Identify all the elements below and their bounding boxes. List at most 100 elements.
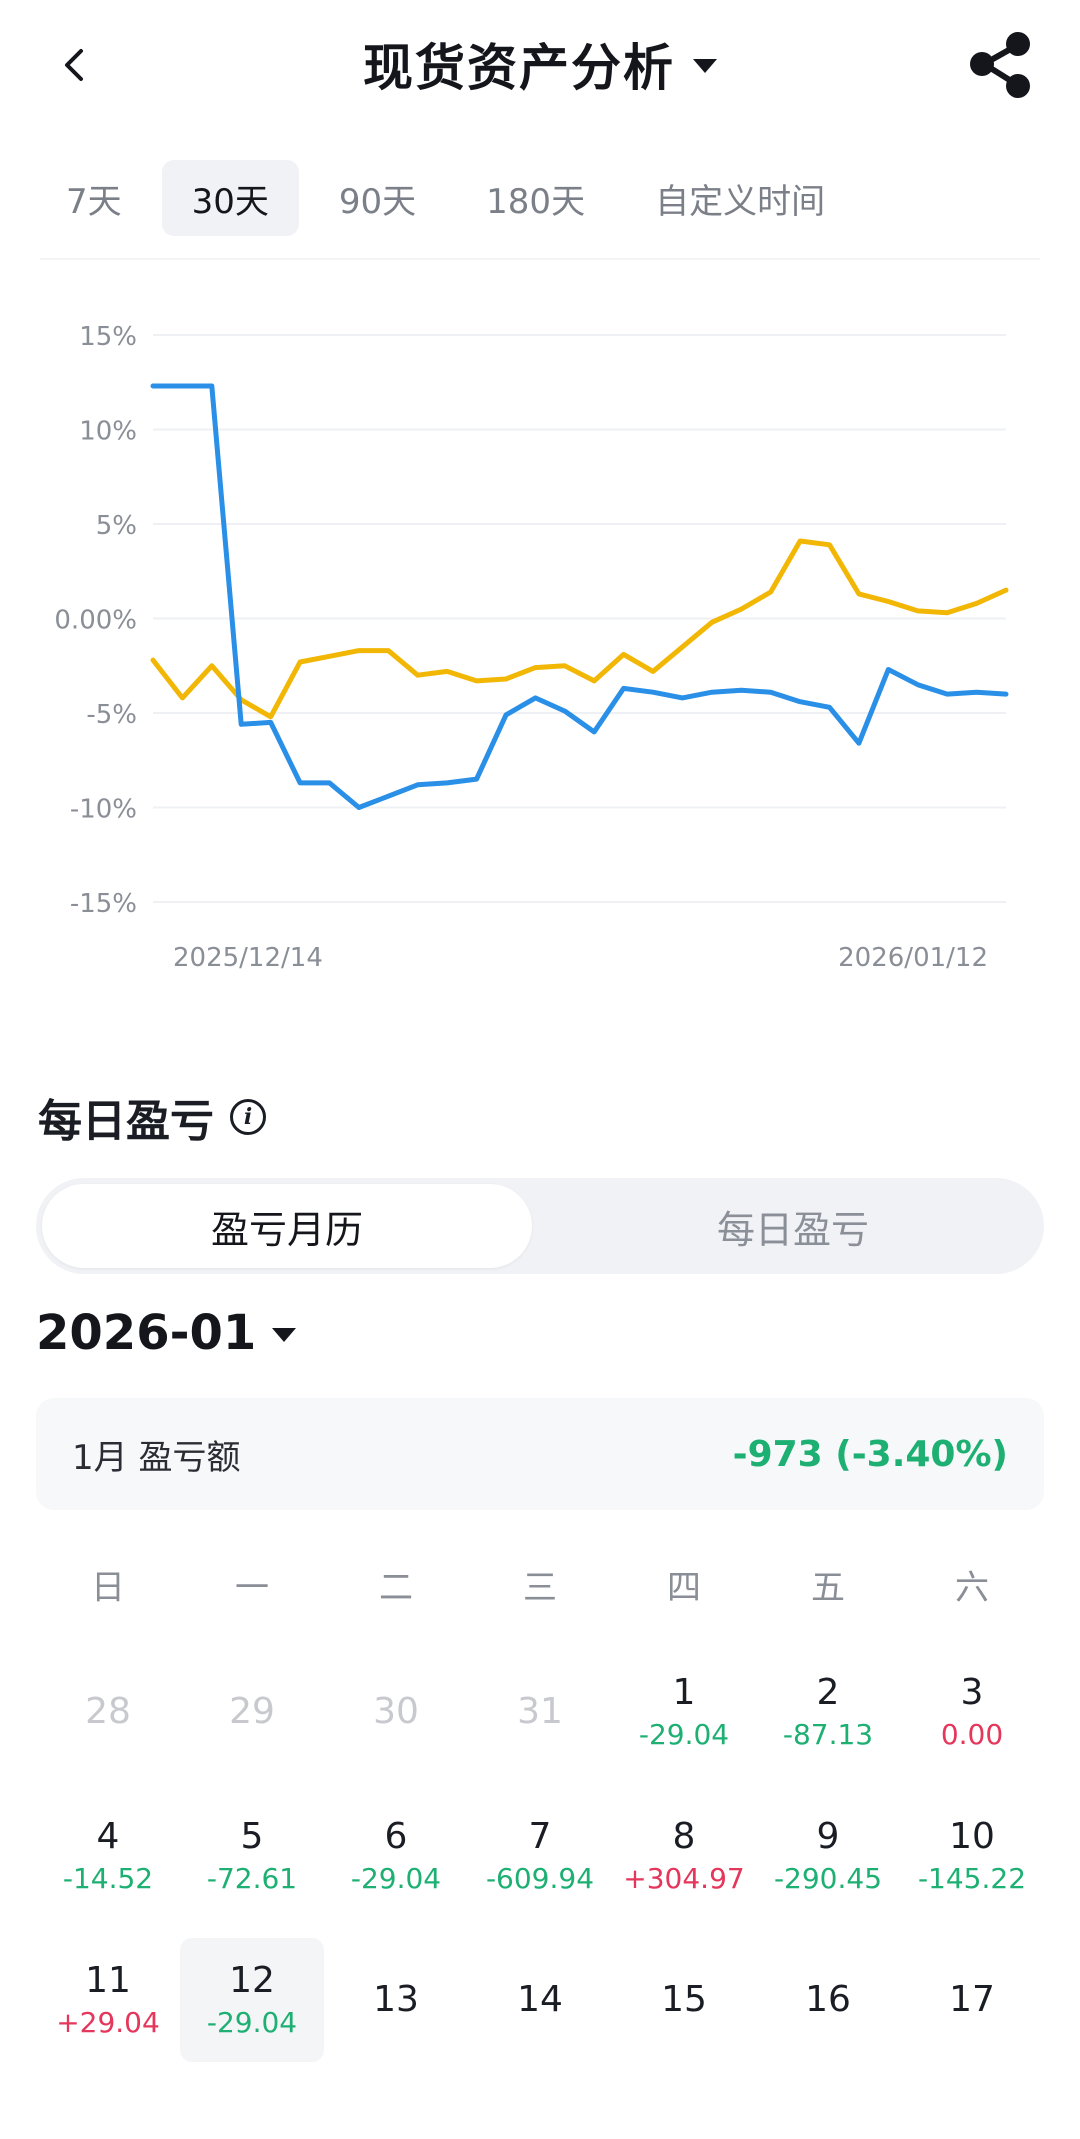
- calendar-day-cell: 30: [324, 1650, 468, 1774]
- y-tick-label: -10%: [70, 795, 137, 825]
- weekday-label: 三: [523, 1568, 557, 1608]
- calendar-week: 4 -14.52 5 -72.61 6 -29.04 7 -609.94 8 +304.97 9 -2…: [36, 1794, 1044, 1938]
- calendar-day-cell[interactable]: 3 0.00: [900, 1650, 1044, 1774]
- day-number: 11: [85, 1960, 131, 2001]
- day-number: 13: [373, 1979, 419, 2020]
- y-tick-label: 10%: [79, 417, 137, 447]
- calendar-day-cell[interactable]: 6 -29.04: [324, 1794, 468, 1918]
- tab-custom-time[interactable]: 自定义时间: [625, 160, 855, 236]
- day-pnl: -29.04: [638, 1718, 730, 1751]
- header: 现货资产分析: [0, 0, 1080, 130]
- calendar-day-cell[interactable]: 2 -87.13: [756, 1650, 900, 1774]
- divider: [40, 258, 1040, 260]
- day-number: 15: [661, 1979, 707, 2020]
- weekday-label: 二: [379, 1568, 413, 1608]
- day-pnl: +29.04: [56, 2006, 160, 2039]
- weekday-label: 日: [91, 1568, 125, 1608]
- day-number: 17: [949, 1979, 995, 2020]
- tab-7d[interactable]: 7天: [40, 160, 152, 236]
- weekday-header: 日一二三四五六: [36, 1560, 1044, 1609]
- pnl-calendar: 28 29 30 31 1 -29.04 2 -87.13 3 0.00 4 -14.52 5 -72.6…: [36, 1650, 1044, 2082]
- calendar-day-cell[interactable]: 16: [756, 1938, 900, 2062]
- y-tick-label: 5%: [96, 511, 137, 541]
- calendar-day-cell[interactable]: 1 -29.04: [612, 1650, 756, 1774]
- day-number: 5: [240, 1816, 264, 1857]
- day-number: 8: [672, 1816, 696, 1857]
- day-number: 16: [805, 1979, 851, 2020]
- section-title: 每日盈亏: [38, 1096, 214, 1147]
- calendar-day-cell[interactable]: 8 +304.97: [612, 1794, 756, 1918]
- month-label: 2026-01: [36, 1305, 257, 1361]
- y-tick-label: 15%: [79, 322, 137, 352]
- x-start-label: 2025/12/14: [173, 943, 323, 973]
- summary-value: -973 (-3.40%): [732, 1433, 1008, 1475]
- share-button[interactable]: [960, 28, 1040, 100]
- calendar-day-cell[interactable]: 7 -609.94: [468, 1794, 612, 1918]
- day-pnl: +304.97: [623, 1862, 745, 1895]
- caret-down-icon: [693, 59, 717, 73]
- day-number: 12: [229, 1960, 275, 2001]
- calendar-day-cell[interactable]: 10 -145.22: [900, 1794, 1044, 1918]
- day-number: 30: [373, 1691, 419, 1732]
- calendar-day-cell: 31: [468, 1650, 612, 1774]
- month-selector[interactable]: 2026-01: [36, 1305, 297, 1361]
- day-number: 9: [816, 1816, 840, 1857]
- calendar-day-cell[interactable]: 15: [612, 1938, 756, 2062]
- weekday-label: 一: [235, 1568, 269, 1608]
- share-icon: [970, 32, 1030, 98]
- y-tick-label: -5%: [86, 700, 137, 730]
- day-number: 6: [384, 1816, 408, 1857]
- calendar-day-cell[interactable]: 17: [900, 1938, 1044, 2062]
- calendar-day-cell[interactable]: 14: [468, 1938, 612, 2062]
- calendar-day-cell: 28: [36, 1650, 180, 1774]
- day-number: 31: [517, 1691, 563, 1732]
- summary-label: 1月 盈亏额: [72, 1437, 241, 1478]
- weekday-label: 四: [667, 1568, 701, 1608]
- day-pnl: -609.94: [485, 1862, 595, 1895]
- title-dropdown[interactable]: 现货资产分析: [0, 28, 1080, 100]
- segment-pnl-calendar[interactable]: 盈亏月历: [42, 1184, 532, 1268]
- page-title: 现货资产分析: [363, 39, 675, 97]
- calendar-day-cell[interactable]: 11 +29.04: [36, 1938, 180, 2062]
- day-pnl: -290.45: [773, 1862, 883, 1895]
- daily-pnl-header: 每日盈亏 i: [38, 1085, 266, 1149]
- calendar-week: 11 +29.04 12 -29.04 13 14 15 16 17: [36, 1938, 1044, 2082]
- y-tick-label: 0.00%: [54, 606, 137, 636]
- day-number: 29: [229, 1691, 275, 1732]
- day-pnl: -29.04: [350, 1862, 442, 1895]
- day-pnl: -87.13: [782, 1718, 874, 1751]
- day-number: 28: [85, 1691, 131, 1732]
- day-number: 1: [672, 1672, 696, 1713]
- range-tabs: 7天 30天 90天 180天 自定义时间: [40, 160, 1040, 236]
- weekday-label: 五: [811, 1568, 845, 1608]
- day-pnl: -72.61: [206, 1862, 298, 1895]
- calendar-week: 28 29 30 31 1 -29.04 2 -87.13 3 0.00: [36, 1650, 1044, 1794]
- day-number: 14: [517, 1979, 563, 2020]
- day-number: 7: [528, 1816, 552, 1857]
- day-pnl: 0.00: [940, 1718, 1004, 1751]
- y-tick-label: -15%: [70, 889, 137, 919]
- day-number: 4: [96, 1816, 120, 1857]
- info-icon[interactable]: i: [230, 1099, 266, 1135]
- asset-line-chart: 15% 10% 5% 0.00% -5% -10% -15% 2025/12/14 2026/0…: [0, 290, 1080, 1010]
- chart-svg: 15% 10% 5% 0.00% -5% -10% -15% 2025/12/14 2026/0…: [54, 322, 1009, 973]
- tab-30d[interactable]: 30天: [161, 160, 299, 236]
- weekday-label: 六: [955, 1568, 989, 1608]
- month-summary: 1月 盈亏额 -973 (-3.40%): [36, 1398, 1044, 1510]
- segment-daily-pnl[interactable]: 每日盈亏: [548, 1184, 1038, 1268]
- day-number: 10: [949, 1816, 995, 1857]
- calendar-day-cell: 29: [180, 1650, 324, 1774]
- day-pnl: -14.52: [62, 1862, 154, 1895]
- calendar-day-cell[interactable]: 5 -72.61: [180, 1794, 324, 1918]
- day-number: 3: [960, 1672, 984, 1713]
- calendar-day-cell[interactable]: 13: [324, 1938, 468, 2062]
- day-pnl: -145.22: [917, 1862, 1027, 1895]
- calendar-day-cell[interactable]: 12 -29.04: [180, 1938, 324, 2062]
- tab-90d[interactable]: 90天: [309, 160, 446, 236]
- x-end-label: 2026/01/12: [838, 943, 988, 973]
- view-segment-control: 盈亏月历 每日盈亏: [36, 1178, 1044, 1274]
- day-pnl: -29.04: [206, 2006, 298, 2039]
- calendar-day-cell[interactable]: 9 -290.45: [756, 1794, 900, 1918]
- tab-180d[interactable]: 180天: [456, 160, 615, 236]
- calendar-day-cell[interactable]: 4 -14.52: [36, 1794, 180, 1918]
